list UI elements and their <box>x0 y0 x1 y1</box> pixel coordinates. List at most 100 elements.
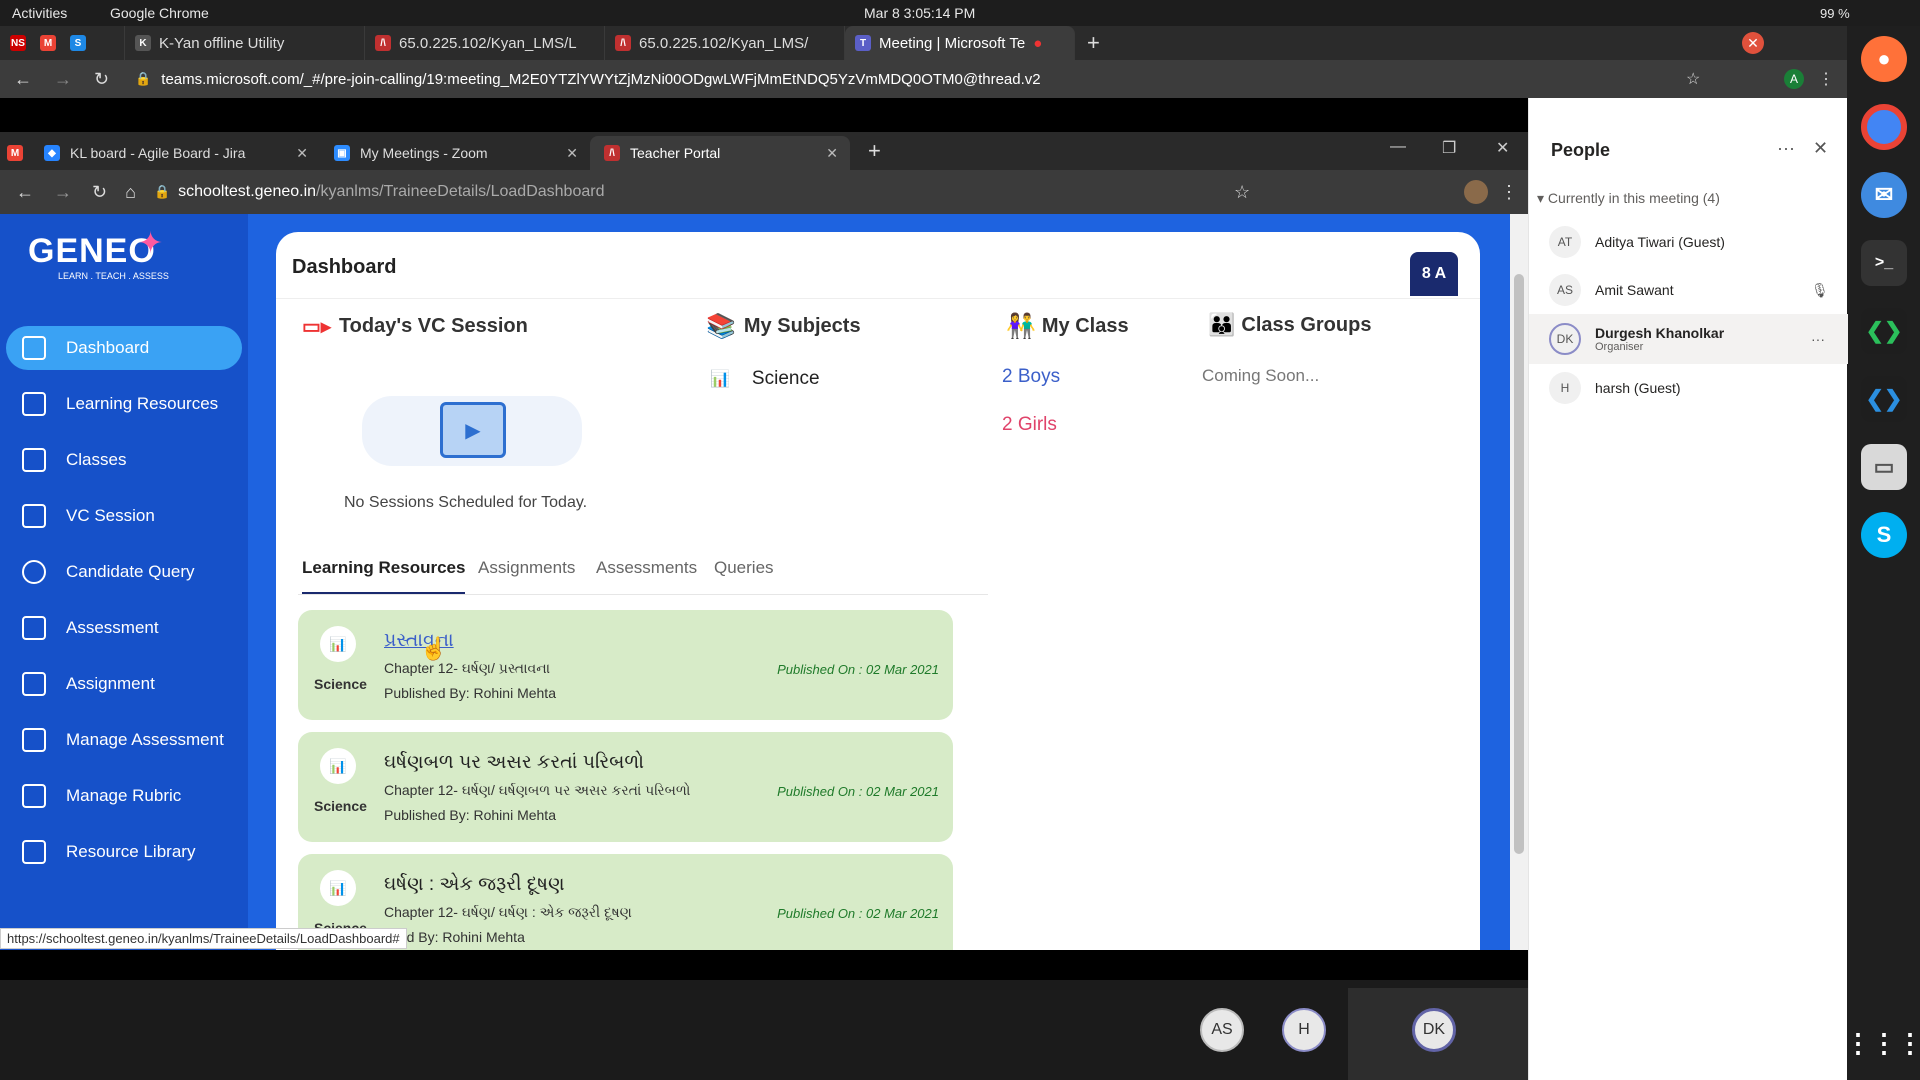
outer-url[interactable]: teams.microsoft.com/_#/pre-join-calling/… <box>161 71 1040 88</box>
nav-manage-rubric[interactable]: Manage Rubric <box>6 774 242 818</box>
restore-icon[interactable]: ❐ <box>1442 138 1456 158</box>
chrome-icon[interactable] <box>1861 104 1907 150</box>
participant-avatar[interactable]: AS <box>1200 1008 1244 1052</box>
resource-card[interactable]: 📊 Science પ્રસ્તાવના Chapter 12- ઘર્ષણ/ … <box>298 610 953 720</box>
activities-button[interactable]: Activities <box>12 5 67 21</box>
nav-resource-library[interactable]: Resource Library <box>6 830 242 874</box>
close-icon[interactable]: ✕ <box>1496 138 1509 158</box>
app-grid-icon[interactable]: ⋮⋮⋮ <box>1845 1020 1920 1066</box>
vscode-green-icon[interactable]: ❮❯ <box>1861 308 1907 354</box>
menu-icon[interactable]: ⋮ <box>1500 182 1518 203</box>
sidebar: GENEO LEARN . TEACH . ASSESS ✦ Dashboard… <box>0 214 248 950</box>
bookmark-star-icon[interactable]: ☆ <box>1686 69 1700 89</box>
close-tab-icon[interactable]: ✕ <box>296 145 308 162</box>
self-video-tile[interactable]: DK <box>1348 988 1528 1080</box>
tab-zoom[interactable]: ▣ My Meetings - Zoom ✕ <box>320 136 590 170</box>
os-tab-lms-1[interactable]: /\ 65.0.225.102/Kyan_LMS/L <box>365 26 605 60</box>
participant-item[interactable]: DK Durgesh Khanolkar Organiser ··· <box>1529 314 1848 364</box>
logo-bird-icon: ✦ <box>138 227 164 260</box>
nav-assessment[interactable]: Assessment <box>6 606 242 650</box>
nav-learning-resources[interactable]: Learning Resources <box>6 382 242 426</box>
thunderbird-icon[interactable]: ✉ <box>1861 172 1907 218</box>
pinned-tabs[interactable]: NS M S <box>0 26 125 60</box>
chrome-app-menu[interactable]: Google Chrome <box>110 5 209 21</box>
close-window-icon[interactable]: ✕ <box>1742 32 1764 54</box>
gmail-icon: M <box>40 35 56 51</box>
participant-item[interactable]: AT Aditya Tiwari (Guest) <box>1529 218 1848 266</box>
ubuntu-dock: ● ✉ >_ ❮❯ ❮❯ ▭ S ⋮⋮⋮ <box>1845 26 1920 1080</box>
close-icon[interactable]: ✕ <box>1813 138 1828 159</box>
classes-icon <box>22 448 46 472</box>
back-icon[interactable]: ← <box>16 182 34 203</box>
back-icon[interactable]: ← <box>14 69 32 90</box>
kyan-icon: K <box>135 35 151 51</box>
scrollbar-thumb[interactable] <box>1514 274 1524 854</box>
home-icon[interactable]: ⌂ <box>125 182 136 203</box>
nav-classes[interactable]: Classes <box>6 438 242 482</box>
vc-section-title: ▭▸ Today's VC Session <box>302 315 528 338</box>
participant-item[interactable]: Hharsh (Guest) <box>1529 364 1848 412</box>
girls-count[interactable]: 2 Girls <box>1002 414 1057 436</box>
reload-icon[interactable]: ↻ <box>92 182 107 203</box>
reload-icon[interactable]: ↻ <box>94 69 109 90</box>
system-top-bar: Activities Google Chrome Mar 8 3:05:14 P… <box>0 0 1920 26</box>
chevron-down-icon: ▾ <box>1537 190 1548 206</box>
tab-teacher-portal[interactable]: /\ Teacher Portal ✕ <box>590 136 850 170</box>
participant-item[interactable]: AS Amit Sawant 🎙 <box>1529 266 1848 314</box>
video-camera-icon: ▭▸ <box>302 316 331 338</box>
nav-assignment[interactable]: Assignment <box>6 662 242 706</box>
outer-address-bar: ← → ↻ 🔒 teams.microsoft.com/_#/pre-join-… <box>0 60 1847 98</box>
rubric-icon <box>22 784 46 808</box>
os-tab-lms-2[interactable]: /\ 65.0.225.102/Kyan_LMS/ <box>605 26 845 60</box>
vscode-icon[interactable]: ❮❯ <box>1861 376 1907 422</box>
participant-avatar[interactable]: H <box>1282 1008 1326 1052</box>
bookmark-star-icon[interactable]: ☆ <box>1234 182 1250 203</box>
tab-queries[interactable]: Queries <box>714 558 774 578</box>
jira-icon: ◆ <box>44 145 60 161</box>
chrome-menu-icon[interactable]: ⋮ <box>1818 69 1834 89</box>
tab-learning-resources[interactable]: Learning Resources <box>302 558 466 595</box>
resource-card[interactable]: 📊 Science ઘર્ષણબળ પર અસર કરતાં પરિબળો Ch… <box>298 732 953 842</box>
meeting-section-header[interactable]: ▾ Currently in this meeting (4) <box>1537 190 1720 207</box>
skype-icon[interactable]: S <box>1861 512 1907 558</box>
groups-status: Coming Soon... <box>1202 366 1320 385</box>
tab-assessments[interactable]: Assessments <box>596 558 697 578</box>
minimize-icon[interactable]: — <box>1390 138 1406 156</box>
forward-icon[interactable]: → <box>54 69 72 90</box>
close-tab-icon[interactable]: ✕ <box>826 145 838 162</box>
science-icon: 📊 <box>710 371 730 388</box>
boys-count[interactable]: 2 Boys <box>1002 366 1060 388</box>
profile-avatar[interactable] <box>1464 180 1488 204</box>
os-tab-teams-meeting[interactable]: T Meeting | Microsoft Te ● <box>845 26 1075 60</box>
new-tab-button[interactable]: + <box>868 138 881 164</box>
subject-item-science[interactable]: 📊 Science <box>710 368 820 390</box>
profile-avatar[interactable]: A <box>1784 69 1804 89</box>
nav-vc-session[interactable]: VC Session <box>6 494 242 538</box>
tab-jira[interactable]: ◆ KL board - Agile Board - Jira ✕ <box>30 136 320 170</box>
nav-dashboard[interactable]: Dashboard <box>6 326 242 370</box>
close-tab-icon[interactable]: ✕ <box>566 145 578 162</box>
terminal-icon[interactable]: >_ <box>1861 240 1907 286</box>
scrollbar[interactable] <box>1510 214 1528 950</box>
more-options-icon[interactable]: ··· <box>1777 138 1795 159</box>
new-tab-button[interactable]: + <box>1087 30 1100 56</box>
tab-assignments[interactable]: Assignments <box>478 558 575 578</box>
battery-status[interactable]: 99 % <box>1820 6 1850 21</box>
url-path[interactable]: /kyanlms/TraineeDetails/LoadDashboard <box>316 183 604 201</box>
participant-more-icon[interactable]: ··· <box>1811 331 1825 347</box>
firefox-icon[interactable]: ● <box>1861 36 1907 82</box>
resource-title-link[interactable]: ઘર્ષણબળ પર અસર કરતાં પરિબળો <box>384 752 644 774</box>
nav-candidate-query[interactable]: Candidate Query <box>6 550 242 594</box>
nav-manage-assessment[interactable]: Manage Assessment <box>6 718 242 762</box>
url-host[interactable]: schooltest.geneo.in <box>178 183 316 201</box>
forward-icon[interactable]: → <box>54 182 72 203</box>
video-screen-icon: ▶ <box>440 402 506 458</box>
class-badge[interactable]: 8 A <box>1410 252 1458 296</box>
subjects-section-title: 📚 My Subjects <box>706 313 861 340</box>
gmail-icon[interactable]: M <box>0 136 30 170</box>
resource-title-link[interactable]: ઘર્ષણ : એક જરૂરી દૂષણ <box>384 874 565 896</box>
os-tab-kyan-utility[interactable]: K K-Yan offline Utility <box>125 26 365 60</box>
files-icon[interactable]: ▭ <box>1861 444 1907 490</box>
clock[interactable]: Mar 8 3:05:14 PM <box>864 5 975 21</box>
lms-icon: /\ <box>615 35 631 51</box>
